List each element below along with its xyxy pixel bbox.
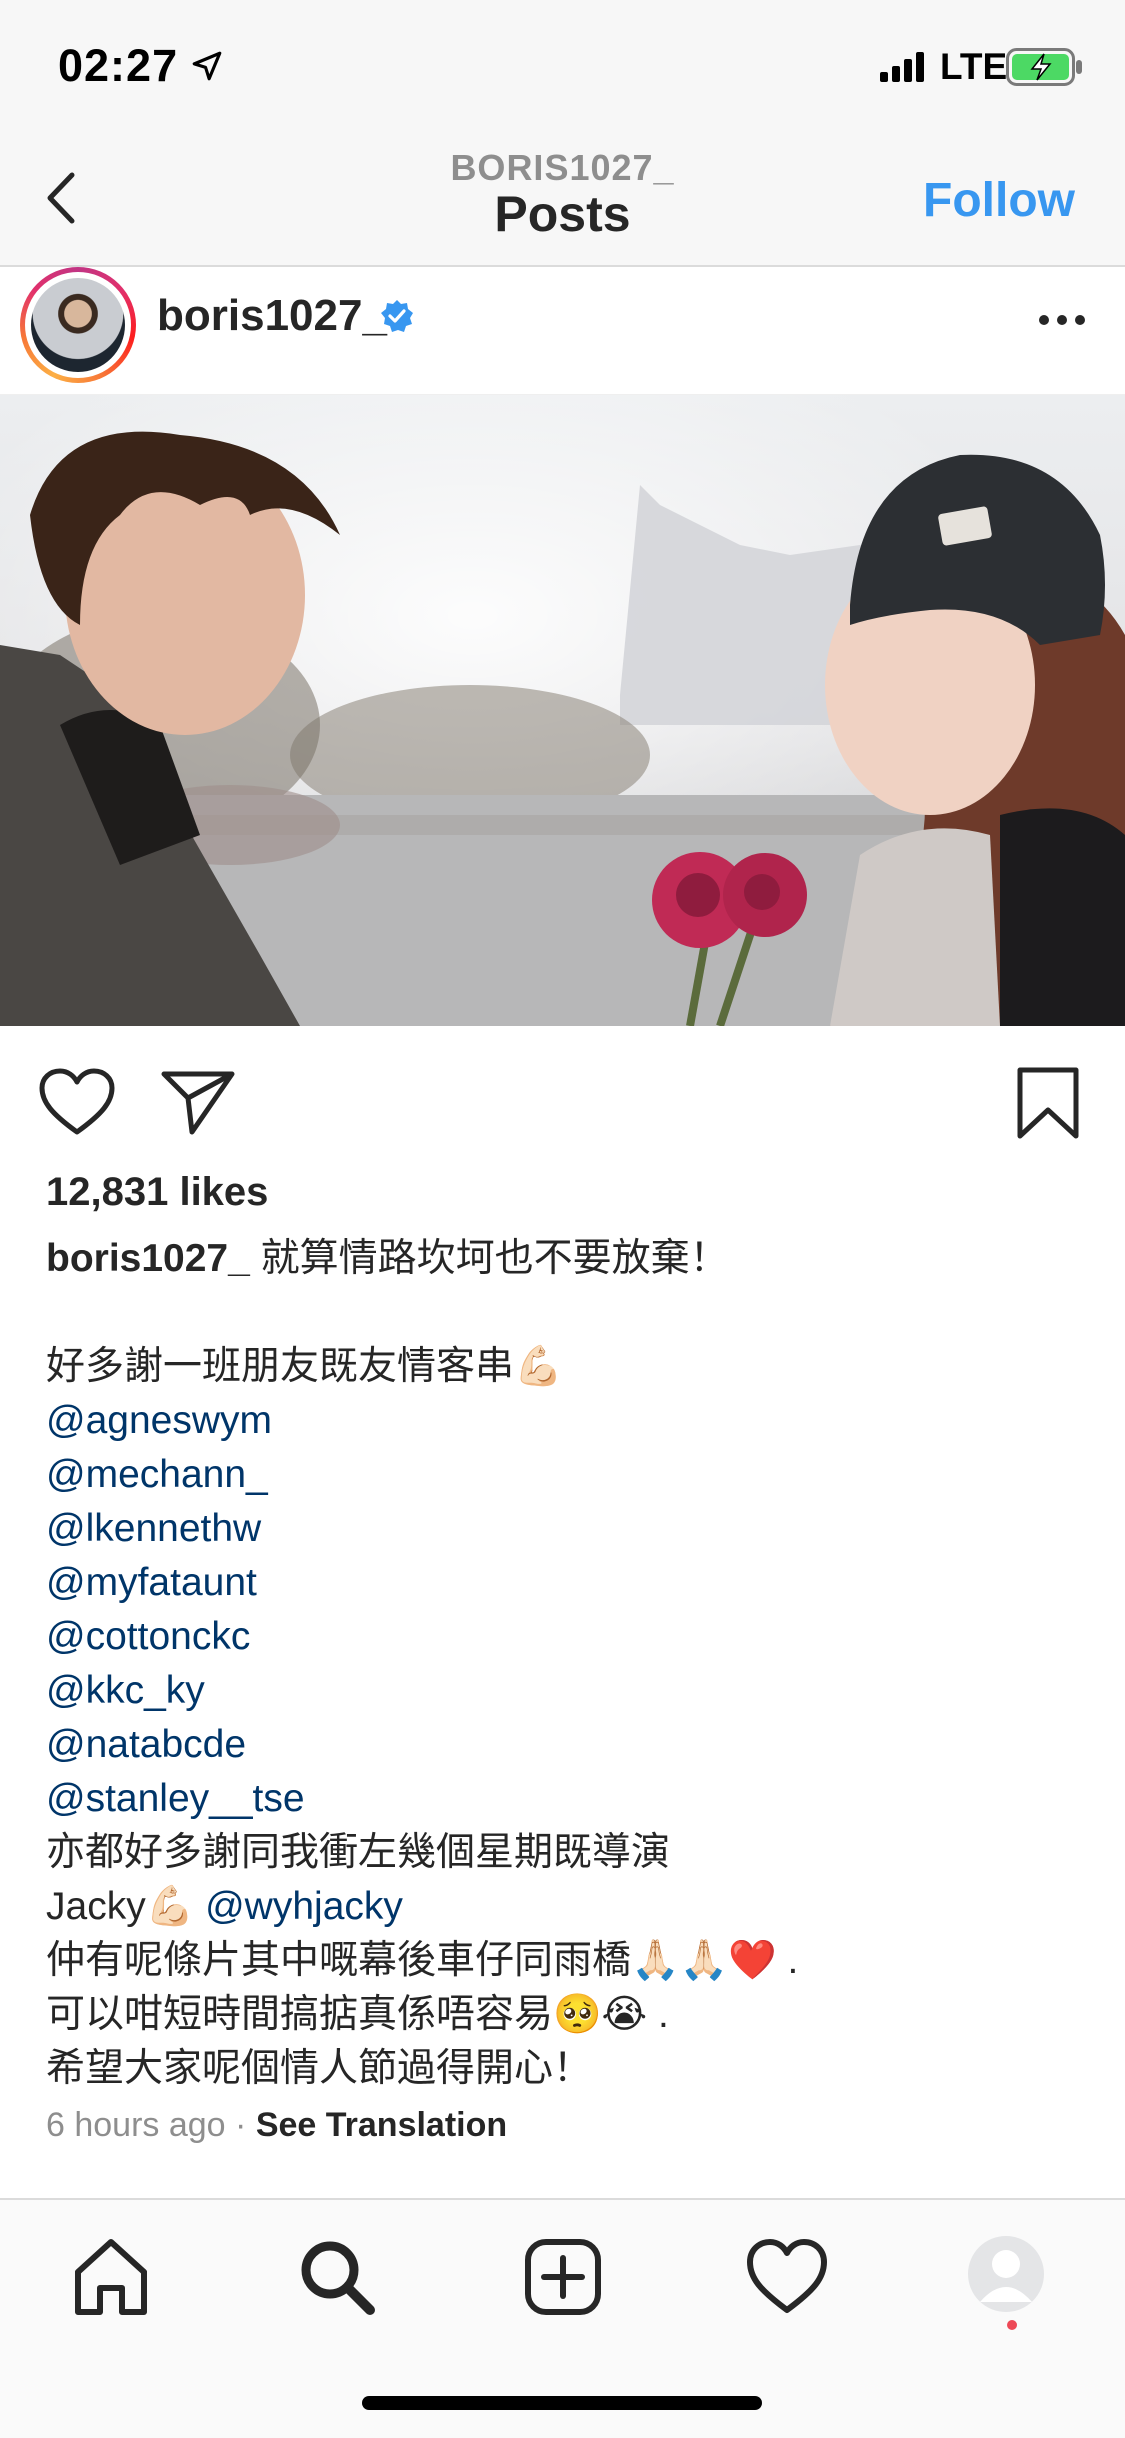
save-bookmark-icon[interactable] — [1016, 1066, 1080, 1140]
caption-line: 可以咁短時間搞掂真係唔容易🥺😭 . — [46, 1993, 669, 2036]
like-count[interactable]: 12,831 likes — [46, 1170, 268, 1215]
post-caption: boris1027_ 就算情路坎坷也不要放棄！ 好多謝一班朋友既友情客串💪🏻 @… — [46, 1232, 1086, 2096]
caption-line: 好多謝一班朋友既友情客串💪🏻 — [46, 1345, 563, 1388]
caption-first-line: 就算情路坎坷也不要放棄！ — [260, 1237, 729, 1280]
mention-link[interactable]: @natabcde — [46, 1718, 1086, 1772]
activity-heart-icon[interactable] — [742, 2232, 832, 2322]
mention-link[interactable]: @cottonckc — [46, 1610, 1086, 1664]
status-time: 02:27 — [58, 40, 179, 91]
mention-link[interactable]: @wyhjacky — [205, 1885, 403, 1928]
share-send-icon[interactable] — [160, 1068, 236, 1136]
mention-link[interactable]: @stanley__tse — [46, 1772, 1086, 1826]
avatar[interactable] — [31, 278, 125, 372]
caption-line: 仲有呢條片其中嘅幕後車仔同雨橋🙏🏻🙏🏻❤️ . — [46, 1939, 799, 1982]
navigation-bar: BORIS1027_ Posts Follow — [0, 135, 1125, 267]
mention-link[interactable]: @lkennethw — [46, 1502, 1086, 1556]
post-username[interactable]: boris1027_ — [157, 291, 387, 341]
post-actions — [0, 1040, 1125, 1150]
cellular-signal-icon — [880, 52, 924, 82]
caption-username[interactable]: boris1027_ — [46, 1237, 250, 1280]
like-heart-icon[interactable] — [38, 1068, 116, 1138]
meta-separator: · — [235, 2106, 247, 2144]
location-arrow-icon — [192, 51, 222, 81]
caption-line: 亦都好多謝同我衝左幾個星期既導演 — [46, 1831, 671, 1874]
add-post-icon[interactable] — [518, 2232, 608, 2322]
mention-link[interactable]: @kkc_ky — [46, 1664, 1086, 1718]
network-type: LTE — [940, 46, 1008, 87]
story-ring[interactable] — [20, 267, 136, 383]
post-photo-illustration — [0, 395, 1125, 1026]
mention-link[interactable]: @myfataunt — [46, 1556, 1086, 1610]
mention-link[interactable]: @mechann_ — [46, 1448, 1086, 1502]
home-indicator — [362, 2396, 762, 2410]
verified-badge-icon — [381, 300, 413, 332]
post-header: boris1027_ — [0, 267, 1125, 396]
more-options-button[interactable] — [1037, 313, 1087, 327]
battery-charging-icon — [1006, 48, 1082, 86]
caption-line: 希望大家呢個情人節過得開心！ — [46, 2047, 593, 2090]
see-translation-link[interactable]: See Translation — [256, 2106, 507, 2144]
notification-dot — [1007, 2320, 1017, 2330]
post-meta: 6 hours ago · See Translation — [46, 2106, 507, 2145]
search-icon[interactable] — [292, 2232, 382, 2322]
follow-button[interactable]: Follow — [923, 173, 1075, 228]
home-icon[interactable] — [66, 2232, 156, 2322]
caption-director-name: Jacky💪🏻 — [46, 1885, 206, 1928]
status-bar: 02:27 LTE — [0, 0, 1125, 135]
mention-link[interactable]: @agneswym — [46, 1394, 1086, 1448]
post-timestamp: 6 hours ago — [46, 2106, 226, 2144]
profile-avatar-icon[interactable] — [966, 2234, 1046, 2314]
post-photo[interactable] — [0, 395, 1125, 1026]
